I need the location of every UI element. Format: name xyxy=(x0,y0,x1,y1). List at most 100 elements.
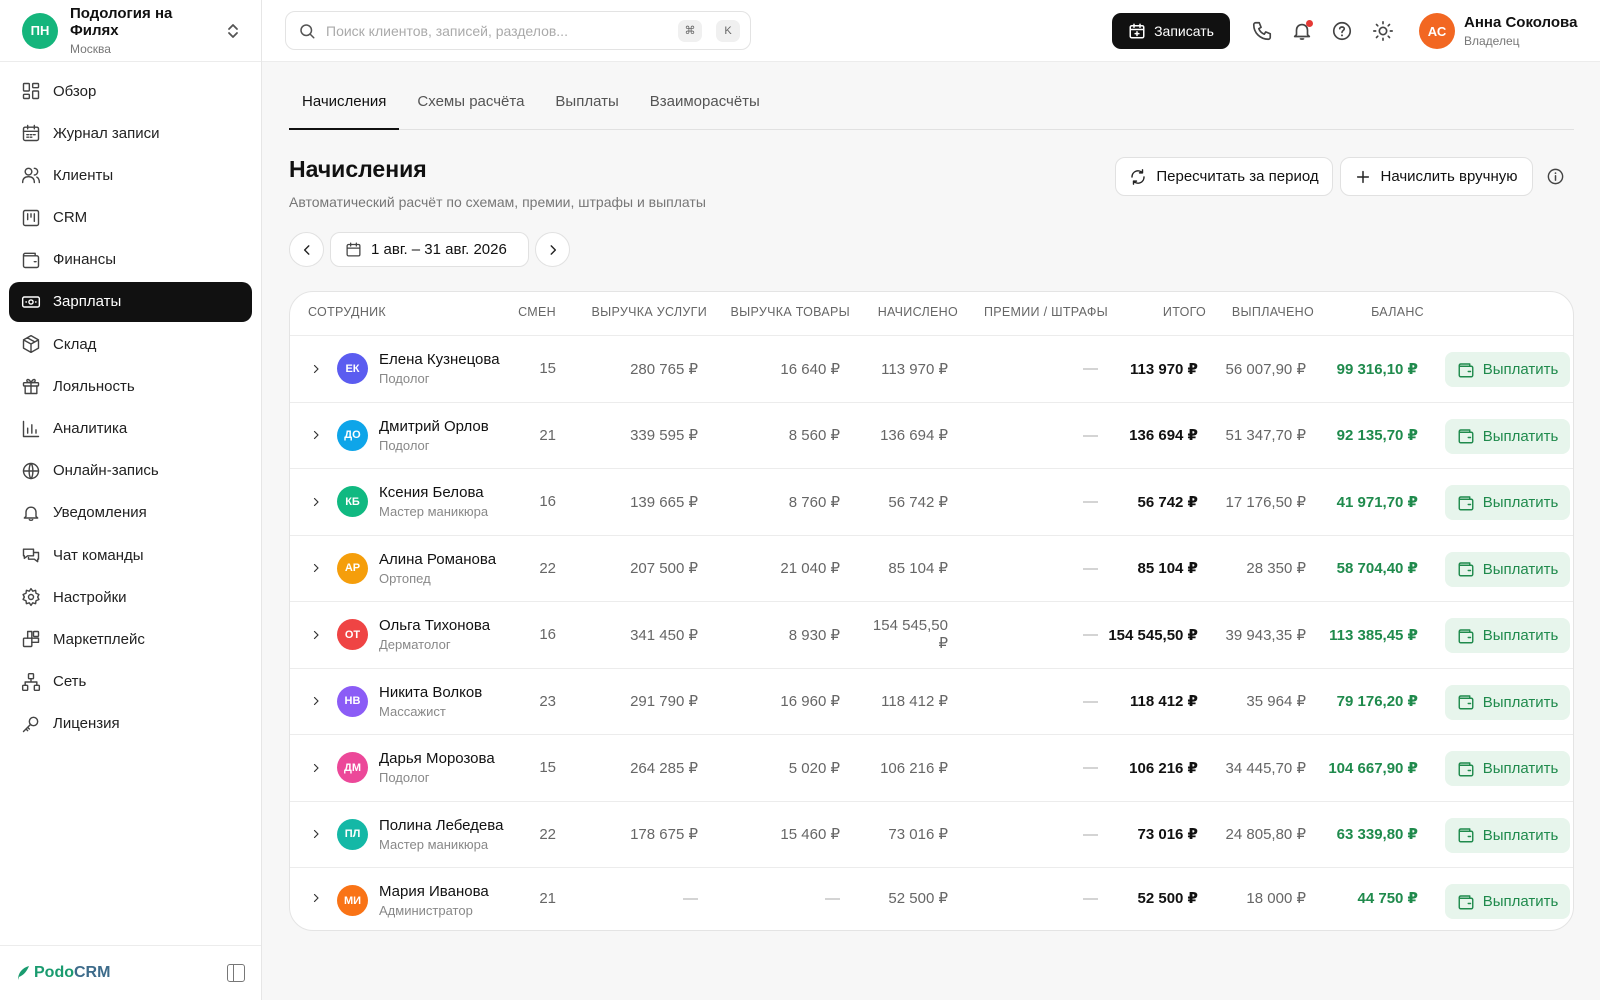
chevron-up-down-icon[interactable] xyxy=(227,22,239,40)
recalculate-button[interactable]: Пересчитать за период xyxy=(1115,157,1333,196)
tab-schemes[interactable]: Схемы расчёта xyxy=(404,87,537,130)
sidebar-item-13[interactable]: Маркетплейс xyxy=(9,619,252,659)
sidebar-item-7[interactable]: Лояльность xyxy=(9,366,252,406)
expand-row-icon[interactable] xyxy=(310,669,322,735)
col-bonuses-fines: ПРЕМИИ / ШТРАФЫ xyxy=(983,305,1108,319)
pay-button-label: Выплатить xyxy=(1482,427,1559,445)
sidebar-item-0[interactable]: Обзор xyxy=(9,71,252,111)
expand-row-icon[interactable] xyxy=(310,735,322,801)
sidebar-item-11[interactable]: Чат команды xyxy=(9,535,252,575)
sidebar-item-2[interactable]: Клиенты xyxy=(9,155,252,195)
expand-row-icon[interactable] xyxy=(310,469,322,535)
tab-settlements[interactable]: Взаиморасчёты xyxy=(637,87,773,130)
balance-value: 79 176,20 ₽ xyxy=(1336,693,1418,711)
next-period-button[interactable] xyxy=(535,232,570,267)
sidebar-item-15[interactable]: Лицензия xyxy=(9,704,252,744)
org-switcher[interactable]: ПН Подология на Филях Москва xyxy=(0,0,261,62)
sidebar-item-5[interactable]: Зарплаты xyxy=(9,281,252,322)
services-revenue-value: 339 595 ₽ xyxy=(630,427,698,445)
expand-row-icon[interactable] xyxy=(310,602,322,668)
tab-payouts[interactable]: Выплаты xyxy=(542,87,631,130)
table-row[interactable]: ПЛ Полина Лебедева Мастер маникюра 22 178 67… xyxy=(290,802,1573,868)
expand-row-icon[interactable] xyxy=(310,802,322,868)
info-icon[interactable] xyxy=(1546,167,1565,191)
avatar: ДМ xyxy=(337,752,368,783)
sidebar: ПН Подология на Филях Москва Обзор Журнал… xyxy=(0,0,262,1000)
collapse-sidebar-icon[interactable] xyxy=(227,964,245,982)
pay-button[interactable]: Выплатить xyxy=(1445,817,1570,853)
payroll-table: СОТРУДНИК СМЕН ВЫРУЧКА УСЛУГИ ВЫРУЧКА ТО… xyxy=(289,291,1574,931)
bell-icon[interactable] xyxy=(1291,20,1313,42)
sidebar-item-9[interactable]: Онлайн-запись xyxy=(9,451,252,491)
paid-value: 56 007,90 ₽ xyxy=(1225,360,1306,378)
sidebar-item-6[interactable]: Склад xyxy=(9,324,252,364)
sidebar-item-3[interactable]: CRM xyxy=(9,198,252,238)
pay-button[interactable]: Выплатить xyxy=(1445,485,1570,520)
box-icon xyxy=(22,335,40,354)
table-row[interactable]: ОТ Ольга Тихонова Дерматолог 16 341 450 ₽8 9… xyxy=(290,602,1573,669)
refresh-icon xyxy=(1131,168,1146,185)
pay-button[interactable]: Выплатить xyxy=(1445,352,1570,387)
pay-button[interactable]: Выплатить xyxy=(1445,884,1570,919)
avatar: НВ xyxy=(337,685,368,717)
record-button[interactable]: Записать xyxy=(1112,13,1230,49)
pay-button[interactable]: Выплатить xyxy=(1445,418,1570,454)
sidebar-item-label: Лояльность xyxy=(53,377,135,395)
table-row[interactable]: ДО Дмитрий Орлов Подолог 21 339 595 ₽8 560 ₽… xyxy=(290,403,1573,469)
table-row[interactable]: МИ Мария Иванова Администратор 21— —52 500 ₽… xyxy=(290,868,1573,928)
pay-button-label: Выплатить xyxy=(1482,627,1559,644)
user-menu[interactable]: АС Анна Соколова Владелец xyxy=(1419,13,1577,49)
table-row[interactable]: НВ Никита Волков Массажист 23 291 790 ₽ 16 96… xyxy=(290,669,1573,735)
services-revenue-value: 264 285 ₽ xyxy=(630,759,698,777)
expand-row-icon[interactable] xyxy=(310,336,322,402)
globe-icon xyxy=(22,462,40,479)
search-box[interactable]: ⌘ K xyxy=(285,11,751,50)
network-icon xyxy=(21,672,41,691)
col-balance: БАЛАНС xyxy=(1371,305,1424,319)
manual-accrual-button[interactable]: Начислить вручную xyxy=(1340,157,1533,196)
sidebar-item-label: Онлайн-запись xyxy=(53,462,159,480)
sidebar-item-label: Уведомления xyxy=(53,504,147,522)
sidebar-item-4[interactable]: Финансы xyxy=(9,240,252,280)
accrued-value: 154 545,50 ₽ xyxy=(872,617,948,653)
balance-value: 113 385,45 ₽ xyxy=(1329,626,1418,644)
sidebar-item-10[interactable]: Уведомления xyxy=(9,493,252,533)
table-row[interactable]: ЕК Елена Кузнецова Подолог 15 280 765 ₽16 64… xyxy=(290,336,1573,403)
period-picker[interactable]: 1 авг. – 31 авг. 2026 xyxy=(330,232,529,267)
wallet-icon xyxy=(1458,761,1474,776)
sidebar-item-12[interactable]: Настройки xyxy=(9,577,252,617)
search-input[interactable] xyxy=(326,22,664,39)
expand-row-icon[interactable] xyxy=(310,868,322,928)
pay-button[interactable]: Выплатить xyxy=(1445,618,1570,653)
accrued-value: 118 412 ₽ xyxy=(881,693,948,711)
services-revenue-value: 139 665 ₽ xyxy=(630,493,698,511)
org-name: Подология на Филях xyxy=(70,5,173,39)
bell-icon xyxy=(23,506,39,521)
prev-period-button[interactable] xyxy=(289,232,324,267)
total-value: 136 694 ₽ xyxy=(1129,427,1198,445)
pay-button[interactable]: Выплатить xyxy=(1445,684,1570,720)
goods-revenue-value: — xyxy=(825,889,840,907)
phone-icon[interactable] xyxy=(1251,20,1273,42)
accrued-value: 106 216 ₽ xyxy=(880,759,948,777)
pay-button-label: Выплатить xyxy=(1482,760,1559,777)
sidebar-item-label: Зарплаты xyxy=(53,293,122,311)
table-row[interactable]: КБ Ксения Белова Мастер маникюра 16 139 665 … xyxy=(290,469,1573,536)
pay-button[interactable]: Выплатить xyxy=(1445,751,1570,786)
sidebar-item-14[interactable]: Сеть xyxy=(9,662,252,702)
col-employee: СОТРУДНИК xyxy=(308,305,387,319)
goods-revenue-value: 8 560 ₽ xyxy=(788,427,840,445)
tab-accruals[interactable]: Начисления xyxy=(289,87,400,130)
total-value: 106 216 ₽ xyxy=(1129,759,1198,777)
expand-row-icon[interactable] xyxy=(310,536,322,602)
expand-row-icon[interactable] xyxy=(310,403,322,469)
sidebar-item-8[interactable]: Аналитика xyxy=(9,409,252,449)
table-row[interactable]: АР Алина Романова Ортопед 22 207 500 ₽21 040… xyxy=(290,536,1573,602)
shifts-value: 16 xyxy=(539,493,556,511)
help-icon[interactable] xyxy=(1331,20,1353,42)
sidebar-item-1[interactable]: Журнал записи xyxy=(9,113,252,153)
pay-button[interactable]: Выплатить xyxy=(1445,551,1570,587)
theme-sun-icon[interactable] xyxy=(1372,20,1394,42)
table-row[interactable]: ДМ Дарья Морозова Подолог 15 264 285 ₽5 020 … xyxy=(290,735,1573,802)
paid-value: 51 347,70 ₽ xyxy=(1225,427,1306,445)
